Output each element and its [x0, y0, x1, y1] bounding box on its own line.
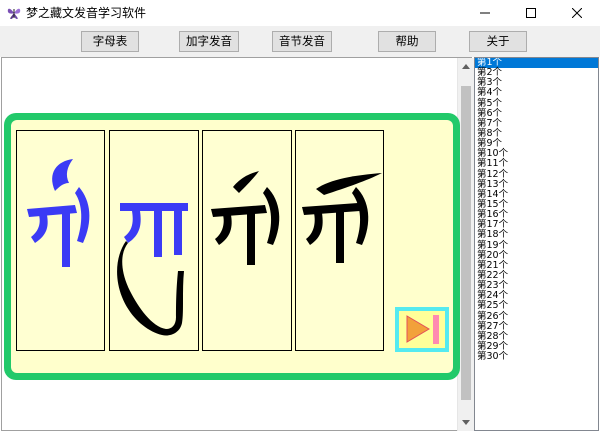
syllable-card-gu[interactable]: [109, 130, 199, 351]
play-button-face: [399, 311, 445, 348]
list-item[interactable]: 第25个: [475, 301, 598, 311]
syllable-pronunciation-button[interactable]: 音节发音: [272, 31, 332, 52]
about-button[interactable]: 关于: [469, 31, 527, 52]
scroll-up-arrow-icon[interactable]: [458, 58, 474, 75]
tibetan-syllable-go-glyph: [302, 173, 382, 263]
play-button[interactable]: [395, 307, 449, 352]
scroll-down-arrow-icon[interactable]: [458, 414, 474, 431]
toolbar: 字母表 加字发音 音节发音 帮助 关于: [0, 26, 600, 57]
minimize-icon: [480, 12, 490, 14]
maximize-icon: [526, 8, 536, 18]
title-bar: 梦之藏文发音学习软件: [0, 0, 600, 26]
window-title: 梦之藏文发音学习软件: [26, 6, 147, 20]
close-icon: [572, 8, 582, 18]
add-char-pronunciation-button[interactable]: 加字发音: [179, 31, 239, 52]
tibetan-syllable-gu-glyph: [117, 203, 188, 336]
syllable-card-go[interactable]: [295, 130, 384, 351]
tibetan-syllable-ge-glyph: [211, 171, 280, 265]
tibetan-syllable-gi-glyph: [27, 159, 90, 267]
scroll-thumb[interactable]: [461, 86, 471, 400]
alphabet-button[interactable]: 字母表: [81, 31, 139, 52]
syllable-card-ge[interactable]: [202, 130, 292, 351]
play-icon: [406, 315, 439, 344]
syllable-index-list[interactable]: 第1个 第2个 第3个 第4个 第5个 第6个 第7个 第8个 第9个 第10个 第11个 第12个第…: [474, 57, 599, 431]
list-item[interactable]: 第30个: [475, 351, 598, 362]
list-item[interactable]: 第18个: [475, 230, 598, 240]
maximize-button[interactable]: [508, 0, 554, 26]
minimize-button[interactable]: [462, 0, 508, 26]
syllable-card-gi[interactable]: [16, 130, 105, 351]
butterfly-app-icon: [6, 5, 22, 21]
close-button[interactable]: [554, 0, 600, 26]
help-button[interactable]: 帮助: [378, 31, 436, 52]
